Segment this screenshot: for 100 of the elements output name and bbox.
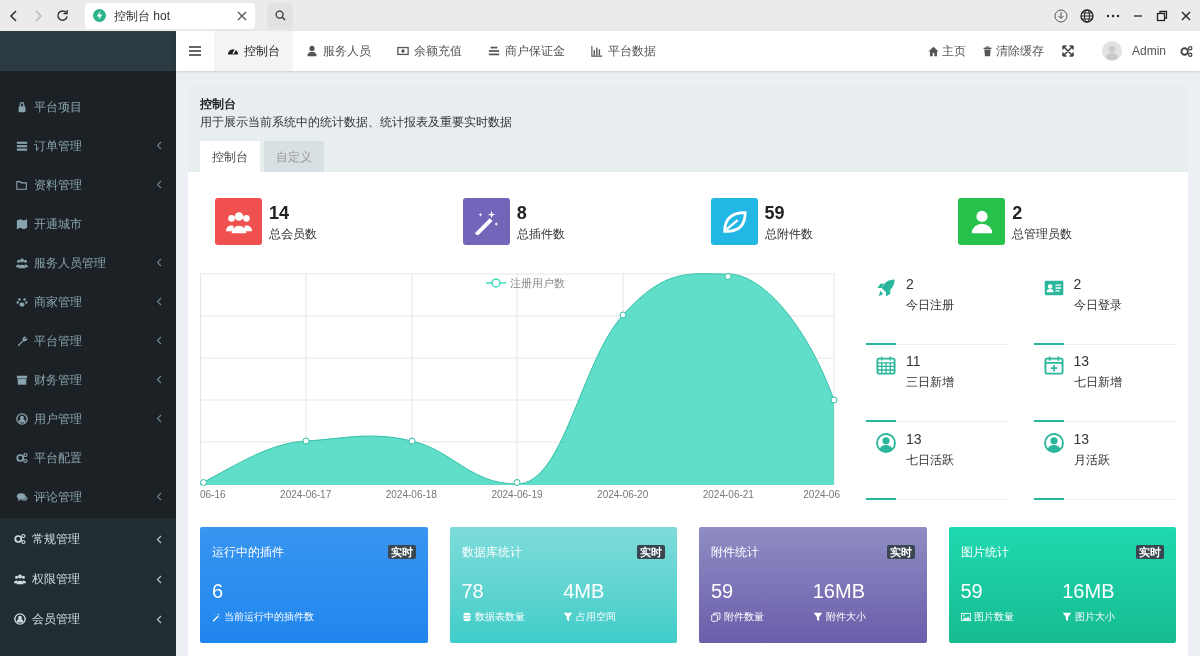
search-icon [274, 10, 286, 21]
sidebar-item[interactable]: 平台项目 [0, 87, 176, 126]
card-value: 78 [461, 579, 485, 603]
card-title: 数据库统计 [461, 544, 522, 561]
sidebar-group[interactable]: 会员管理 [0, 599, 176, 639]
copy-icon [711, 611, 721, 622]
folder-icon [16, 178, 28, 191]
nav-link[interactable]: 主页 [920, 42, 974, 60]
sidebar-item[interactable]: 商家管理 [0, 282, 176, 321]
realtime-badge: 实时 [387, 545, 416, 559]
card-label: 当前运行中的插件数 [223, 610, 314, 624]
sidebar-item[interactable]: 平台配置 [0, 438, 176, 477]
fullscreen-icon[interactable] [1062, 45, 1074, 57]
bars-icon [488, 45, 500, 57]
chat-icon [16, 490, 28, 503]
stat-label: 今日注册 [906, 297, 954, 314]
browser-tab[interactable]: 控制台 hot [85, 2, 255, 29]
stat-value: 13 [1073, 429, 1091, 448]
nav-tab[interactable]: 平台数据 [578, 31, 669, 71]
tab-title: 控制台 hot [114, 7, 171, 25]
stat-label: 七日活跃 [906, 451, 954, 469]
data-point [830, 396, 838, 404]
chevron-icon [156, 492, 162, 501]
search-button[interactable] [267, 2, 293, 29]
chevron-icon [156, 534, 162, 544]
card-label: 图片数量 [973, 610, 1014, 624]
sidebar-group[interactable]: 权限管理 [0, 559, 176, 599]
axis-label: 2024-06-21 [702, 488, 754, 502]
axis-label: 2024-06-19 [491, 488, 543, 502]
id-card-icon [1043, 278, 1064, 298]
gears-icon[interactable] [1180, 44, 1193, 58]
globe-icon[interactable] [1080, 8, 1094, 23]
stat-label: 总会员数 [269, 225, 317, 243]
archive-icon [16, 373, 28, 386]
chevron-icon [156, 614, 162, 624]
sidebar-item[interactable]: 订单管理 [0, 126, 176, 165]
user-circle-icon [876, 432, 896, 453]
stat-value: 8 [516, 201, 528, 225]
nav-link[interactable]: 清除缓存 [974, 42, 1052, 60]
data-point [724, 273, 732, 280]
database-icon [461, 611, 472, 622]
avatar-icon [1102, 41, 1122, 61]
nav-tab[interactable]: 商户保证金 [475, 31, 578, 71]
chevron-icon [156, 141, 162, 150]
nav-tab[interactable]: 控制台 [214, 31, 293, 71]
chevron-icon [156, 375, 162, 384]
map-icon [16, 217, 28, 230]
sidebar-item[interactable]: 资料管理 [0, 165, 176, 204]
filter-icon [563, 611, 574, 622]
card-title: 附件统计 [711, 544, 759, 561]
reload-icon[interactable] [56, 9, 69, 22]
gears-icon [14, 533, 26, 545]
stat-label: 今日登录 [1073, 297, 1122, 314]
chevron-icon [156, 574, 162, 584]
sidebar-group[interactable]: 常规管理 [0, 519, 176, 559]
close-icon[interactable] [1180, 9, 1192, 22]
sidebar-item[interactable]: 开通城市 [0, 204, 176, 243]
panel-tab[interactable]: 控制台 [200, 141, 260, 172]
back-icon[interactable] [8, 8, 20, 23]
data-point [200, 479, 207, 486]
stat-value: 2 [1073, 275, 1083, 293]
nav-tab[interactable]: 服务人员 [293, 31, 384, 71]
home-icon [928, 45, 939, 57]
stat-value: 2 [906, 275, 915, 293]
data-point [619, 311, 627, 319]
menu-icon[interactable] [189, 46, 201, 56]
sidebar-item[interactable]: 平台管理 [0, 321, 176, 360]
restore-icon[interactable] [1156, 9, 1168, 22]
stat-label: 七日新增 [1073, 374, 1122, 392]
nav-tab[interactable]: 余额充值 [384, 31, 475, 71]
stat-label: 三日新增 [906, 374, 954, 392]
sidebar-item[interactable]: 服务人员管理 [0, 243, 176, 282]
axis-label: 06-16 [200, 488, 226, 502]
sidebar-item[interactable]: 评论管理 [0, 477, 176, 516]
card-label: 图片大小 [1075, 610, 1116, 624]
axis-label: 2024-06-18 [385, 488, 437, 502]
user-circle-icon [1043, 432, 1064, 453]
axis-label: 2024-06 [803, 488, 840, 502]
money-icon [397, 45, 409, 57]
chevron-icon [156, 336, 162, 345]
stat-value: 2 [1012, 201, 1024, 225]
user-circle-icon [16, 412, 28, 425]
trash-icon [982, 45, 993, 57]
legend-label: 注册用户数 [510, 276, 565, 291]
person-icon [306, 45, 318, 57]
bar-chart-icon [591, 45, 603, 57]
close-icon[interactable] [237, 10, 247, 21]
image-icon [960, 611, 971, 622]
lock-icon [16, 100, 28, 113]
sidebar-item[interactable]: 财务管理 [0, 360, 176, 399]
user-circle-icon [14, 613, 26, 625]
chevron-icon [156, 180, 162, 189]
paw-icon [16, 295, 28, 308]
axis-label: 2024-06-20 [597, 488, 649, 502]
card-value: 59 [711, 579, 735, 603]
more-icon[interactable] [1106, 13, 1120, 18]
download-icon[interactable] [1054, 8, 1068, 23]
sidebar-item[interactable]: 用户管理 [0, 399, 176, 438]
data-point [513, 479, 521, 486]
user-menu[interactable]: Admin [1084, 41, 1180, 61]
